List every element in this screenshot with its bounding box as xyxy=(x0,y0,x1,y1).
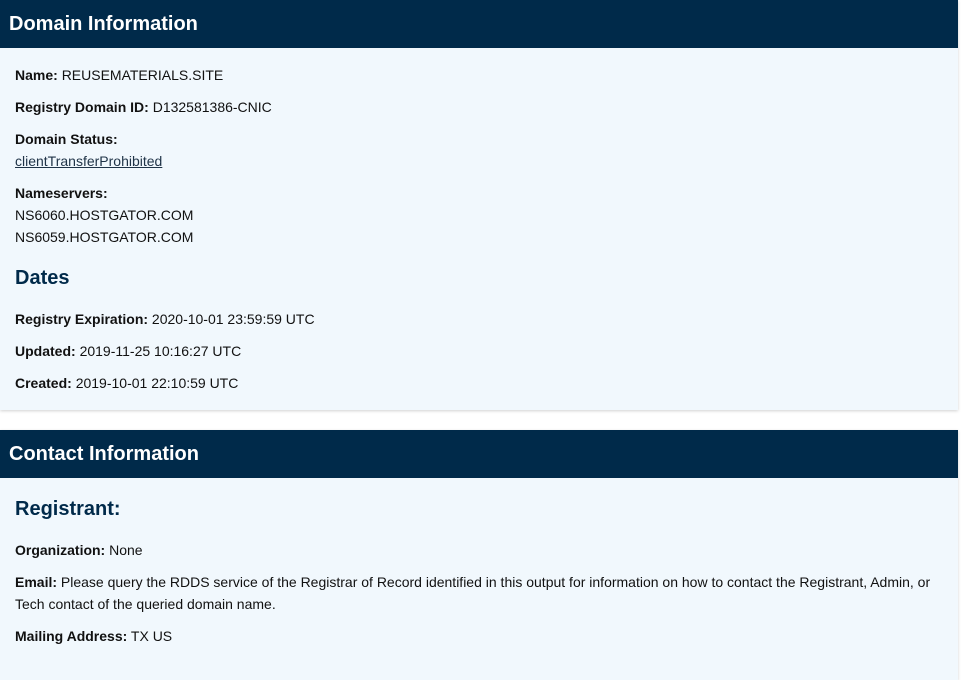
mailing-address-label: Mailing Address: xyxy=(15,628,128,644)
registry-domain-id-label: Registry Domain ID: xyxy=(15,99,149,115)
nameserver-item: NS6059.HOSTGATOR.COM xyxy=(15,229,194,245)
domain-status-label-row: Domain Status: xyxy=(15,128,162,150)
contact-information-card: Contact Information Registrant: Organiza… xyxy=(0,430,958,680)
domain-name-value: REUSEMATERIALS.SITE xyxy=(61,67,224,83)
updated-row: Updated: 2019-11-25 10:16:27 UTC xyxy=(15,340,241,362)
organization-label: Organization: xyxy=(15,542,106,558)
domain-information-header: Domain Information xyxy=(0,0,958,48)
nameservers-label-row: Nameservers: xyxy=(15,182,193,204)
registry-expiration-value: 2020-10-01 23:59:59 UTC xyxy=(151,311,315,327)
domain-name-row: Name: REUSEMATERIALS.SITE xyxy=(15,64,223,86)
updated-label: Updated: xyxy=(15,343,76,359)
nameservers-label: Nameservers: xyxy=(15,185,108,201)
registrant-heading: Registrant: xyxy=(15,498,121,520)
registry-expiration-label: Registry Expiration: xyxy=(15,311,149,327)
organization-row: Organization: None xyxy=(15,539,143,561)
organization-value: None xyxy=(109,542,143,558)
created-row: Created: 2019-10-01 22:10:59 UTC xyxy=(15,372,238,394)
contact-information-header: Contact Information xyxy=(0,430,958,478)
updated-value: 2019-11-25 10:16:27 UTC xyxy=(79,343,242,359)
mailing-address-row: Mailing Address: TX US xyxy=(15,625,172,647)
mailing-address-value: TX US xyxy=(130,628,173,644)
domain-status-label: Domain Status: xyxy=(15,131,118,147)
nameservers-block: Nameservers: NS6060.HOSTGATOR.COM NS6059… xyxy=(15,182,193,248)
domain-status-link[interactable]: clientTransferProhibited xyxy=(15,153,162,169)
email-label: Email: xyxy=(15,574,58,590)
registry-domain-id-row: Registry Domain ID: D132581386-CNIC xyxy=(15,96,272,118)
email-row: Email: Please query the RDDS service of … xyxy=(15,571,940,615)
created-label: Created: xyxy=(15,375,72,391)
dates-heading: Dates xyxy=(15,267,70,289)
domain-status-value-row: clientTransferProhibited xyxy=(15,150,162,172)
domain-name-label: Name: xyxy=(15,67,58,83)
registry-expiration-row: Registry Expiration: 2020-10-01 23:59:59… xyxy=(15,308,315,330)
created-value: 2019-10-01 22:10:59 UTC xyxy=(75,375,239,391)
domain-status-block: Domain Status: clientTransferProhibited xyxy=(15,128,162,172)
domain-information-card: Domain Information Name: REUSEMATERIALS.… xyxy=(0,0,958,410)
registry-domain-id-value: D132581386-CNIC xyxy=(152,99,272,115)
email-value: Please query the RDDS service of the Reg… xyxy=(15,574,931,612)
nameserver-item: NS6060.HOSTGATOR.COM xyxy=(15,207,194,223)
